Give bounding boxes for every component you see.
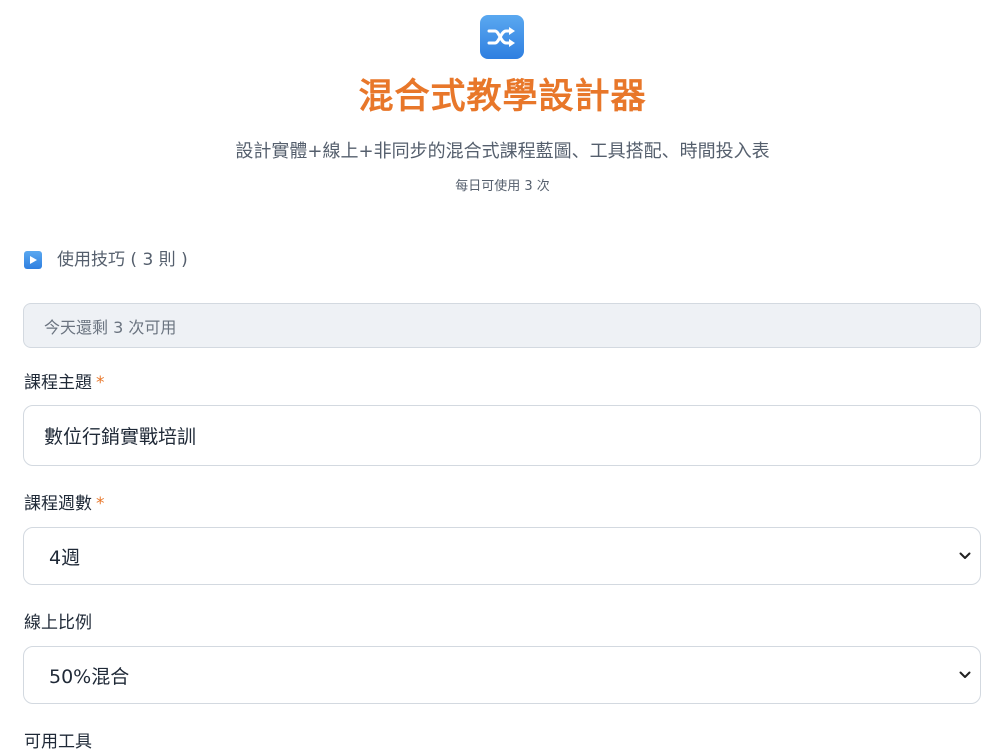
remaining-uses-banner: 今天還剩 3 次可用 [23,303,981,348]
topic-label: 課程主題 * [24,370,105,396]
tips-label: 使用技巧 ( 3 則 ) [57,250,188,270]
tips-toggle[interactable]: 使用技巧 ( 3 則 ) [24,246,188,274]
tools-label-text: 可用工具 [24,732,92,752]
page: 混合式教學設計器 設計實體+線上+非同步的混合式課程藍圖、工具搭配、時間投入表 … [0,0,1005,755]
weeks-label-text: 課程週數 [24,494,92,514]
shuffle-icon [480,15,524,59]
online-ratio-label-text: 線上比例 [24,613,92,633]
chevron-down-icon [958,549,972,563]
chevron-down-icon [958,668,972,682]
page-title: 混合式教學設計器 [358,77,647,117]
online-ratio-select[interactable]: 50%混合 [23,646,981,704]
remaining-uses-text: 今天還剩 3 次可用 [44,317,177,337]
usage-limit-note: 每日可使用 3 次 [455,179,550,194]
topic-label-text: 課程主題 [24,373,92,393]
weeks-select-value: 4週 [49,546,81,569]
play-icon [24,251,42,269]
tools-label: 可用工具 [24,729,92,755]
weeks-select[interactable]: 4週 [23,527,981,585]
topic-input-value: 數位行銷實戰培訓 [44,426,197,448]
page-subtitle: 設計實體+線上+非同步的混合式課程藍圖、工具搭配、時間投入表 [235,141,770,162]
online-ratio-select-value: 50%混合 [49,665,130,688]
topic-input[interactable]: 數位行銷實戰培訓 [23,405,981,466]
online-ratio-label: 線上比例 [24,610,92,636]
required-mark: * [96,494,105,514]
weeks-label: 課程週數 * [24,491,105,517]
required-mark: * [96,373,105,393]
